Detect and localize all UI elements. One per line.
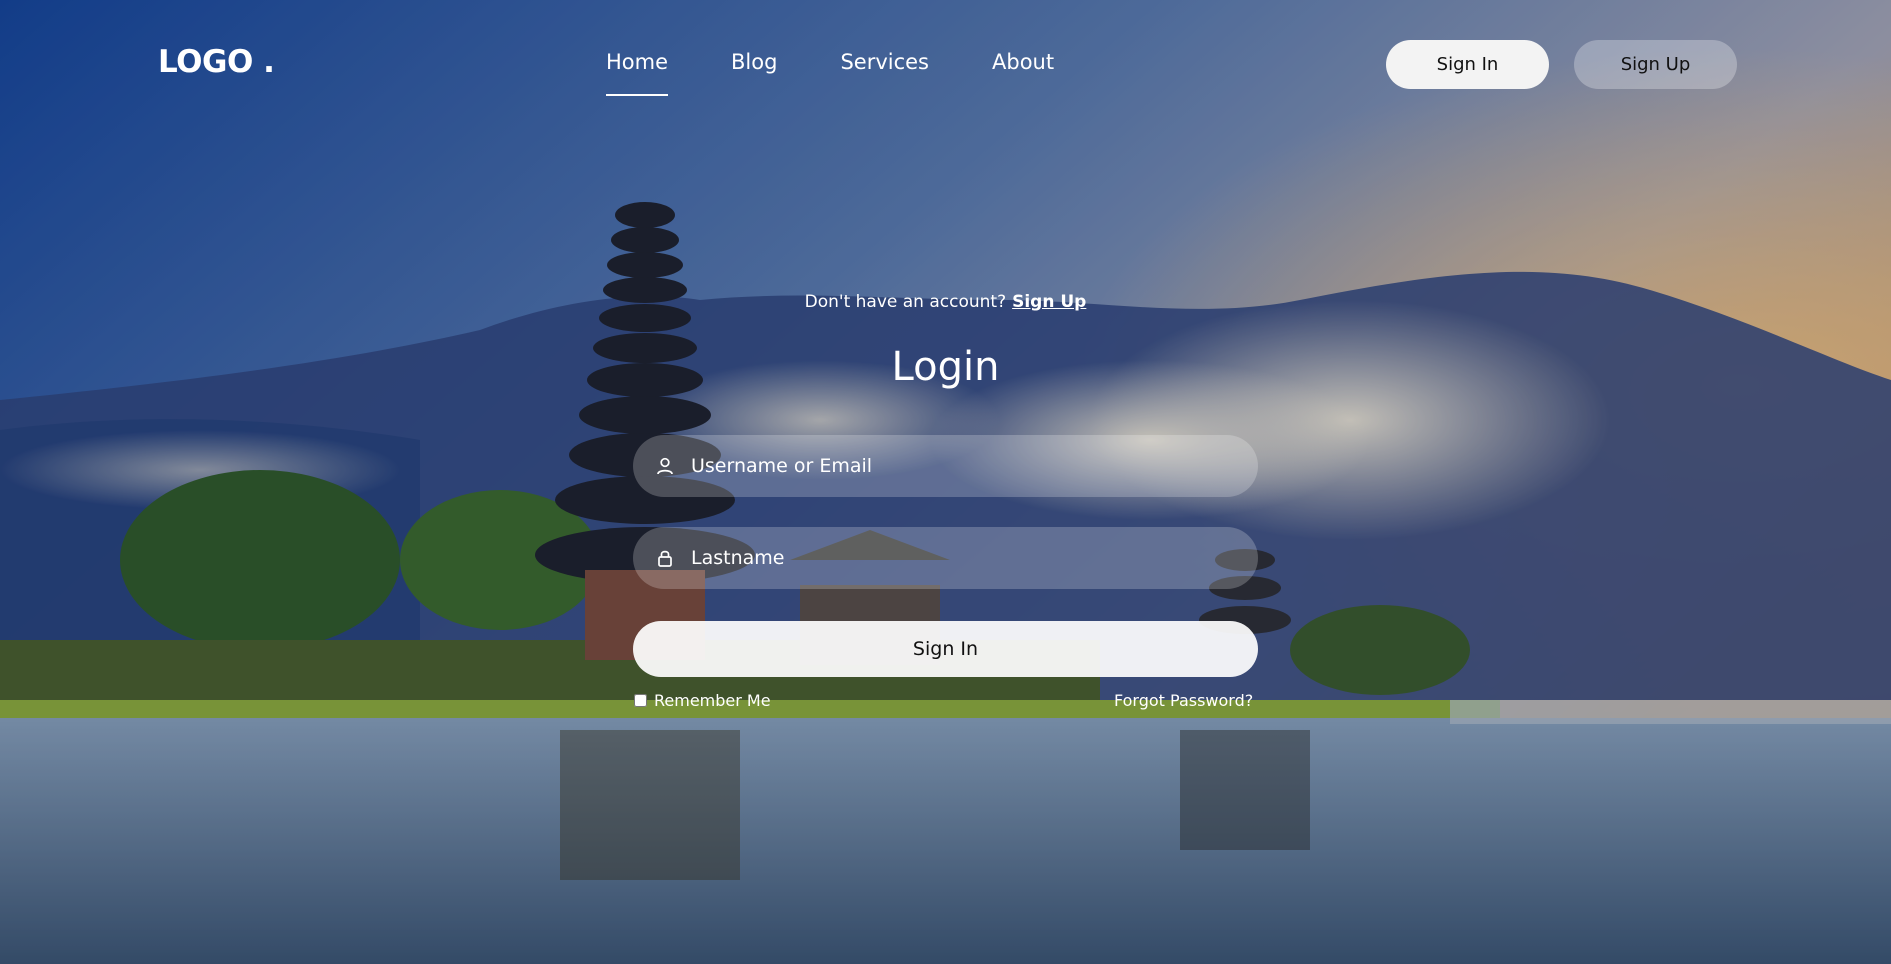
- nav-link-home[interactable]: Home: [606, 50, 669, 96]
- remember-me-checkbox[interactable]: [634, 694, 647, 707]
- login-page: LOGO . Home Blog Services About Sign In …: [0, 0, 1891, 964]
- signup-link[interactable]: Sign Up: [1012, 292, 1086, 312]
- password-field[interactable]: [633, 526, 1258, 590]
- header-sign-in-button[interactable]: Sign In: [1386, 40, 1549, 89]
- signup-prompt: Don't have an account? Sign Up: [0, 292, 1891, 312]
- top-navigation: LOGO . Home Blog Services About Sign In …: [0, 0, 1891, 130]
- forgot-password-link[interactable]: Forgot Password?: [1114, 691, 1253, 710]
- nav-link-blog[interactable]: Blog: [731, 50, 777, 74]
- nav-links: Home Blog Services About: [606, 50, 1054, 96]
- sign-in-submit-button[interactable]: Sign In: [633, 621, 1258, 677]
- remember-me[interactable]: Remember Me: [633, 691, 771, 710]
- username-field[interactable]: [633, 434, 1258, 498]
- signup-prompt-text: Don't have an account?: [804, 292, 1007, 312]
- logo: LOGO .: [158, 44, 275, 80]
- remember-me-label: Remember Me: [654, 691, 771, 710]
- nav-link-services[interactable]: Services: [840, 50, 929, 74]
- nav-link-about[interactable]: About: [992, 50, 1054, 74]
- username-input[interactable]: [689, 434, 1258, 498]
- login-title: Login: [891, 344, 1000, 390]
- lock-icon: [658, 550, 672, 567]
- header-sign-up-button[interactable]: Sign Up: [1574, 40, 1737, 89]
- user-icon: [657, 457, 673, 475]
- password-input[interactable]: [689, 526, 1258, 590]
